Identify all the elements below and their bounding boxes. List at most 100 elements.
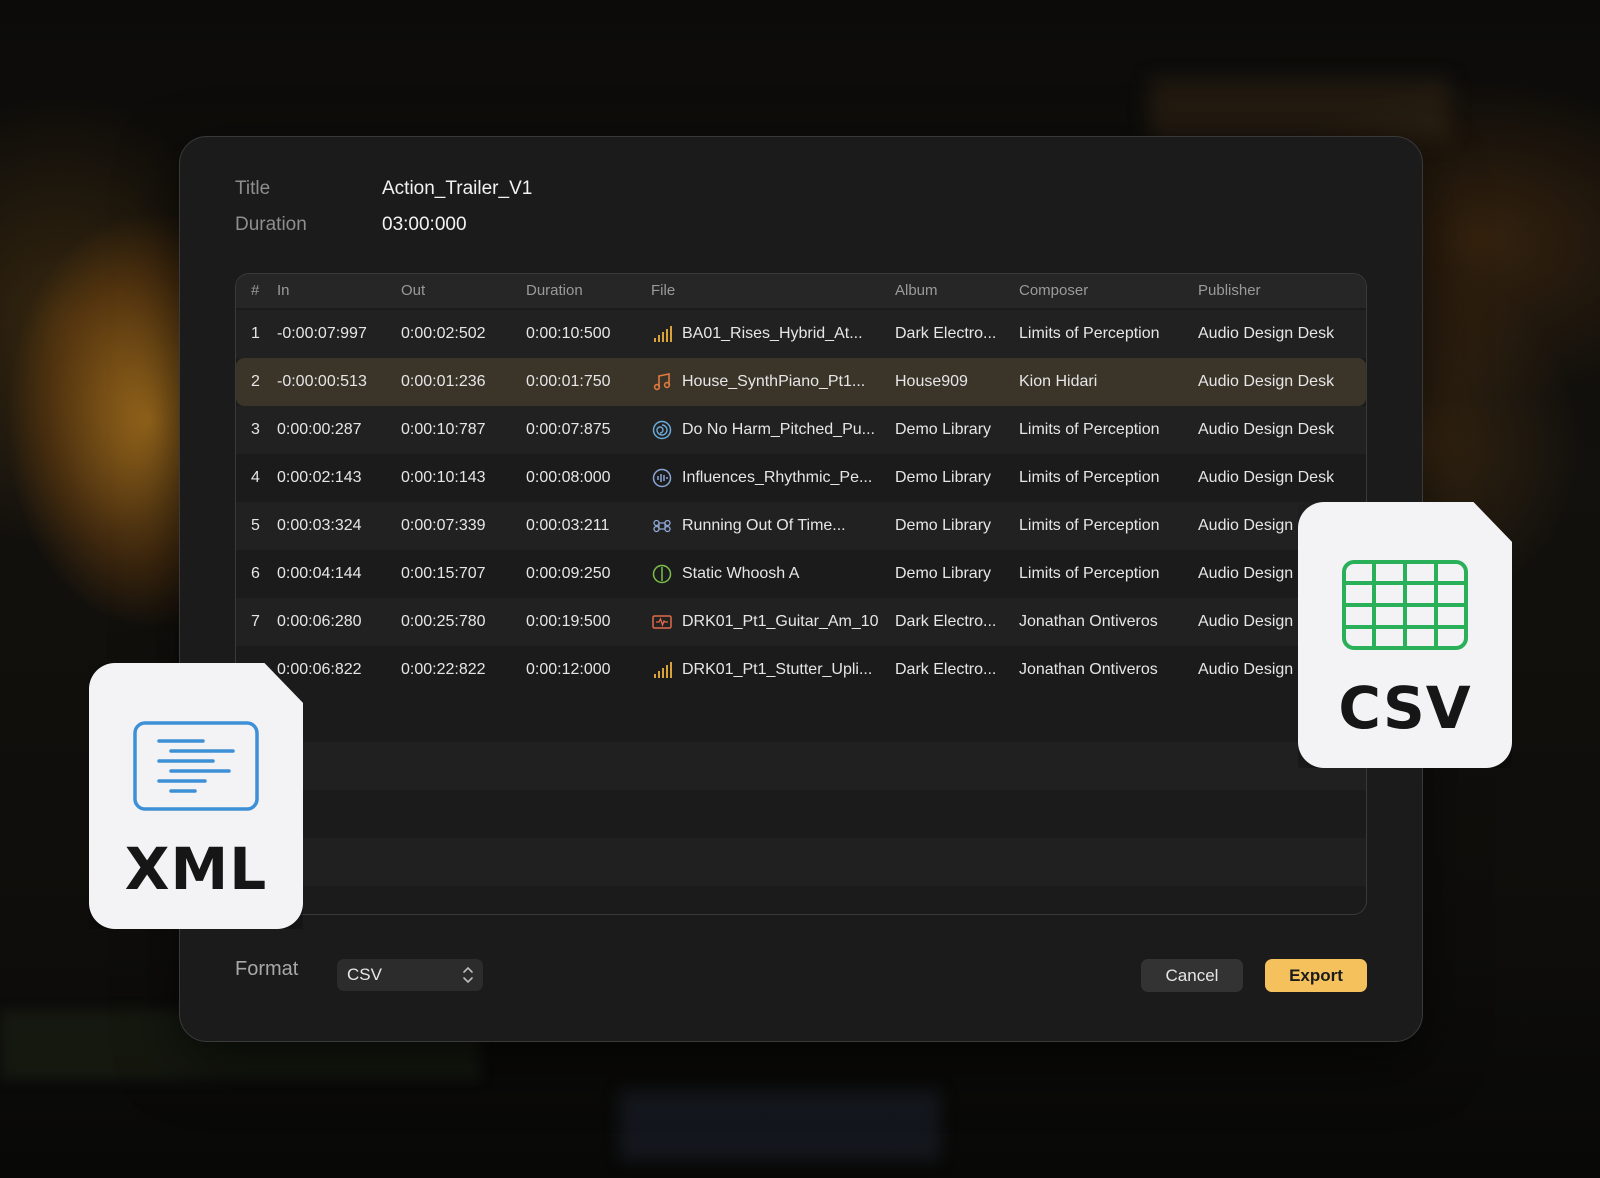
- waveform-box-icon: [651, 611, 673, 633]
- row-out: 0:00:22:822: [401, 661, 486, 678]
- format-label: Format: [235, 958, 299, 980]
- row-composer: Limits of Perception: [1019, 565, 1160, 582]
- table-row[interactable]: 7 0:00:06:280 0:00:25:780 0:00:19:500 DRK01_…: [236, 598, 1366, 646]
- row-file: DRK01_Pt1_Guitar_Am_10: [682, 613, 879, 630]
- row-album: House909: [895, 373, 968, 390]
- row-duration: 0:00:07:875: [526, 421, 611, 438]
- col-header-publisher[interactable]: Publisher: [1198, 282, 1261, 299]
- export-button[interactable]: Export: [1265, 959, 1367, 992]
- row-album: Dark Electro...: [895, 661, 997, 678]
- col-header-in[interactable]: In: [277, 282, 290, 299]
- col-header-composer[interactable]: Composer: [1019, 282, 1088, 299]
- row-out: 0:00:07:339: [401, 517, 486, 534]
- col-header-out[interactable]: Out: [401, 282, 425, 299]
- row-duration: 0:00:03:211: [526, 517, 610, 534]
- row-composer: Jonathan Ontiveros: [1019, 661, 1158, 678]
- xml-label: XML: [124, 835, 268, 903]
- row-album: Demo Library: [895, 469, 992, 486]
- table-row[interactable]: 4 0:00:02:143 0:00:10:143 0:00:08:000 Influe…: [236, 454, 1366, 502]
- row-duration: 0:00:12:000: [526, 661, 611, 678]
- row-out: 0:00:10:143: [401, 469, 486, 486]
- duration-label: Duration: [235, 214, 307, 235]
- row-publisher: Audio Design Desk: [1198, 373, 1335, 390]
- duration-value: 03:00:000: [382, 214, 467, 235]
- row-out: 0:00:15:707: [401, 565, 486, 582]
- row-publisher: Audio Design Desk: [1198, 421, 1335, 438]
- row-album: Dark Electro...: [895, 613, 997, 630]
- row-composer: Limits of Perception: [1019, 469, 1160, 486]
- row-in: 0:00:00:287: [277, 421, 362, 438]
- table-row[interactable]: 6 0:00:04:144 0:00:15:707 0:00:09:250 Static…: [236, 550, 1366, 598]
- swirl-icon: [651, 419, 673, 441]
- row-duration: 0:00:19:500: [526, 613, 611, 630]
- col-header-duration[interactable]: Duration: [526, 282, 583, 299]
- row-file: Static Whoosh A: [682, 565, 800, 582]
- row-composer: Kion Hidari: [1019, 373, 1098, 390]
- export-dialog: Title Action_Trailer_V1 Duration 03:00:0…: [179, 136, 1423, 1042]
- row-album: Demo Library: [895, 517, 992, 534]
- col-header-album[interactable]: Album: [895, 282, 938, 299]
- row-number: 6: [251, 565, 260, 582]
- rhythm-circle-icon: [651, 467, 673, 489]
- chevron-up-down-icon: [463, 966, 473, 984]
- row-in: 0:00:06:822: [277, 661, 362, 678]
- row-out: 0:00:02:502: [401, 325, 486, 342]
- row-out: 0:00:25:780: [401, 613, 486, 630]
- whoosh-circle-icon: [651, 563, 673, 585]
- row-file: DRK01_Pt1_Stutter_Upli...: [682, 661, 873, 678]
- command-icon: [651, 515, 673, 537]
- row-file: Running Out Of Time...: [682, 517, 846, 534]
- empty-row: [236, 742, 1366, 790]
- xml-document-icon: [133, 721, 259, 811]
- table-row[interactable]: 2 -0:00:00:513 0:00:01:236 0:00:01:750 House…: [236, 358, 1366, 406]
- table-row[interactable]: 3 0:00:00:287 0:00:10:787 0:00:07:875 Do No …: [236, 406, 1366, 454]
- row-number: 4: [251, 469, 260, 486]
- row-composer: Limits of Perception: [1019, 517, 1160, 534]
- row-composer: Limits of Perception: [1019, 325, 1160, 342]
- row-number: 1: [251, 325, 260, 342]
- row-file: BA01_Rises_Hybrid_At...: [682, 325, 863, 342]
- row-in: 0:00:02:143: [277, 469, 362, 486]
- row-in: 0:00:06:280: [277, 613, 362, 630]
- title-label: Title: [235, 178, 271, 199]
- col-header-file[interactable]: File: [651, 282, 675, 299]
- row-number: 7: [251, 613, 260, 630]
- table-row[interactable]: 80:00:06:8220:00:22:8220:00:12:000DRK01_…: [236, 646, 1366, 694]
- row-file: House_SynthPiano_Pt1...: [682, 373, 866, 390]
- cancel-button[interactable]: Cancel: [1141, 959, 1243, 992]
- row-duration: 0:00:08:000: [526, 469, 611, 486]
- row-duration: 0:00:10:500: [526, 325, 611, 342]
- row-album: Dark Electro...: [895, 325, 997, 342]
- row-composer: Jonathan Ontiveros: [1019, 613, 1158, 630]
- table-header: # In Out Duration File Album Composer Pu…: [236, 274, 1366, 308]
- row-album: Demo Library: [895, 421, 992, 438]
- row-number: 2: [251, 373, 260, 390]
- row-file: Do No Harm_Pitched_Pu...: [682, 421, 875, 438]
- format-select-value: CSV: [347, 965, 382, 984]
- table-row[interactable]: 5 0:00:03:324 0:00:07:339 0:00:03:211 Runnin…: [236, 502, 1366, 550]
- title-value: Action_Trailer_V1: [382, 178, 533, 199]
- row-composer: Limits of Perception: [1019, 421, 1160, 438]
- row-in: 0:00:04:144: [277, 565, 362, 582]
- row-duration: 0:00:09:250: [526, 565, 611, 582]
- csv-grid-icon: [1342, 560, 1468, 650]
- row-in: 0:00:03:324: [277, 517, 362, 534]
- row-publisher: Audio Design Desk: [1198, 325, 1335, 342]
- empty-row: [236, 838, 1366, 886]
- row-out: 0:00:10:787: [401, 421, 486, 438]
- table-row[interactable]: 1 -0:00:07:997 0:00:02:502 0:00:10:500 BA01_…: [236, 310, 1366, 358]
- row-publisher: Audio Design Desk: [1198, 469, 1335, 486]
- row-in: -0:00:00:513: [277, 373, 367, 390]
- music-note-icon: [651, 371, 673, 393]
- row-file: Influences_Rhythmic_Pe...: [682, 469, 873, 486]
- signal-bars-icon: [651, 323, 673, 345]
- signal-bars-icon: [651, 659, 673, 681]
- col-header-number: #: [251, 282, 260, 299]
- csv-file-badge: CSV: [1298, 502, 1512, 768]
- row-duration: 0:00:01:750: [526, 373, 611, 390]
- row-album: Demo Library: [895, 565, 992, 582]
- cue-sheet-table: # In Out Duration File Album Composer Pu…: [235, 273, 1367, 915]
- row-number: 3: [251, 421, 260, 438]
- format-select[interactable]: CSV: [337, 959, 483, 991]
- row-in: -0:00:07:997: [277, 325, 367, 342]
